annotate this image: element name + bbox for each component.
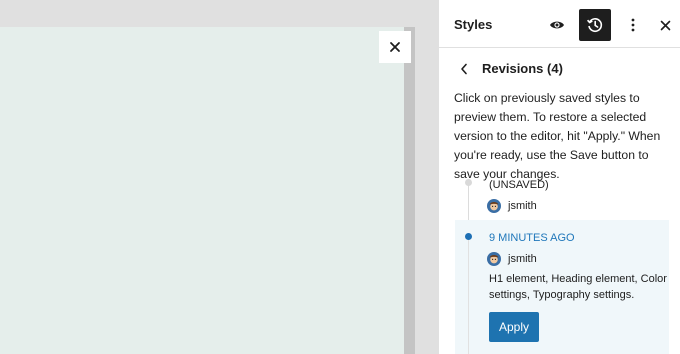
revision-unsaved-label[interactable]: (UNSAVED)	[489, 179, 549, 191]
revision-date: 9 MINUTES AGO	[489, 232, 575, 244]
sidebar-title: Styles	[454, 17, 493, 32]
close-icon	[660, 20, 670, 30]
avatar-icon	[487, 252, 501, 266]
more-vertical-icon	[631, 18, 635, 32]
revisions-nav: Revisions (4)	[439, 54, 680, 82]
canvas-preview[interactable]	[0, 27, 406, 354]
chevron-left-icon	[461, 63, 467, 75]
avatar-icon	[487, 199, 501, 213]
revision-changes-summary: H1 element, Heading element, Color setti…	[489, 273, 667, 301]
options-button[interactable]	[617, 9, 649, 41]
revision-author: jsmith	[487, 251, 537, 267]
canvas-scrollbar[interactable]	[404, 27, 415, 354]
revisions-description: Click on previously saved styles to prev…	[454, 91, 661, 181]
revisions-title: Revisions (4)	[482, 61, 563, 76]
close-revisions-preview-button[interactable]	[379, 31, 411, 63]
revisions-button[interactable]	[579, 9, 611, 41]
timeline-dot-selected	[465, 233, 472, 240]
author-name: jsmith	[508, 253, 537, 265]
back-button[interactable]	[453, 58, 475, 80]
apply-button[interactable]: Apply	[489, 312, 539, 342]
author-name: jsmith	[508, 200, 537, 212]
revision-item-selected[interactable]: 9 MINUTES AGO jsmith H1 element, Heading…	[455, 220, 669, 354]
style-book-button[interactable]	[541, 9, 573, 41]
close-icon	[390, 42, 400, 52]
revision-author: jsmith	[487, 198, 537, 214]
sidebar-header: Styles	[439, 0, 680, 48]
timeline-dot-unsaved	[465, 179, 472, 186]
styles-sidebar: Styles Revisions (4) Click on previously…	[438, 0, 680, 354]
timeline-line	[468, 238, 469, 354]
close-sidebar-button[interactable]	[649, 9, 680, 41]
eye-icon	[550, 21, 564, 29]
history-icon	[586, 18, 603, 32]
